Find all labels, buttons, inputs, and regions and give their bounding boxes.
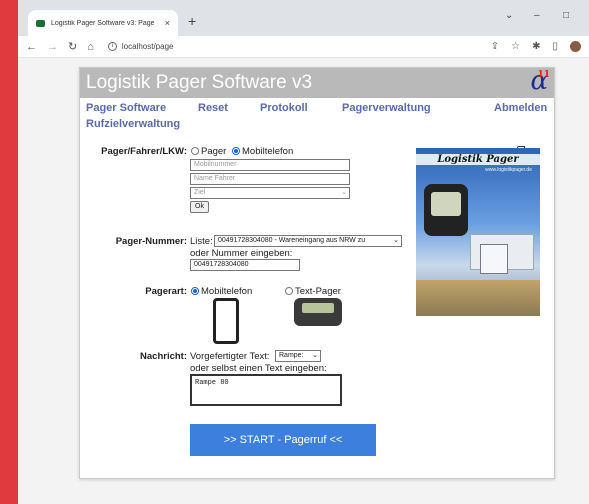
- chevron-down-icon: ⌄: [341, 189, 347, 196]
- ziel-select[interactable]: Ziel ⌄: [190, 187, 350, 199]
- bookmark-star-icon[interactable]: ☆: [511, 41, 520, 52]
- alpha-logo: α 11: [530, 66, 550, 96]
- oder-selbst-label: oder selbst einen Text eingeben:: [190, 363, 327, 374]
- nachricht-label: Nachricht:: [140, 351, 187, 362]
- radio-pagerart-text[interactable]: Text-Pager: [285, 286, 341, 297]
- pagerart-label: Pagerart:: [145, 286, 187, 297]
- favicon-icon: [36, 19, 45, 27]
- road-graphic: [416, 280, 540, 316]
- home-icon[interactable]: ⌂: [87, 41, 94, 53]
- radio-pager-icon[interactable]: [191, 147, 199, 155]
- profile-avatar[interactable]: [570, 41, 581, 52]
- browser-tab[interactable]: Logistik Pager Software v3: Page ×: [28, 10, 178, 36]
- forward-icon[interactable]: →: [47, 41, 58, 53]
- menu-pager-software[interactable]: Pager Software: [86, 102, 166, 114]
- text-pager-icon: [294, 298, 342, 326]
- back-icon[interactable]: ←: [26, 41, 37, 53]
- extensions-icon[interactable]: ✱: [532, 41, 540, 52]
- liste-select[interactable]: 00491728304080 - Wareneingang aus NRW zu…: [214, 235, 402, 247]
- sidebar-icon[interactable]: ▯: [552, 41, 558, 52]
- address-bar[interactable]: i localhost/page: [107, 42, 174, 51]
- vorgefertigter-select[interactable]: Rampe: ⌄: [275, 350, 321, 362]
- app-title: Logistik Pager Software v3: [86, 72, 313, 93]
- url-text: localhost/page: [121, 42, 174, 51]
- toolbar-actions: ⇪ ☆ ✱ ▯: [491, 41, 581, 52]
- new-tab-button[interactable]: +: [188, 13, 196, 29]
- tab-search-icon[interactable]: ⌄: [505, 10, 513, 21]
- radio-pagerart-mobil-icon[interactable]: [191, 287, 199, 295]
- mobile-phone-icon: [213, 298, 239, 344]
- tab-close-icon[interactable]: ×: [165, 18, 170, 28]
- browser-window: Logistik Pager Software v3: Page × + ⌄ –…: [18, 0, 589, 504]
- chevron-down-icon: ⌄: [312, 352, 318, 359]
- app-header: Logistik Pager Software v3 α 11: [80, 66, 554, 98]
- promo-image: Logistik Pager www.logistikpager.de: [416, 148, 540, 316]
- app-panel: Logistik Pager Software v3 α 11 Pager Sof…: [79, 66, 555, 479]
- radio-mobil-icon[interactable]: [232, 147, 240, 155]
- name-fahrer-input[interactable]: Name Fahrer: [190, 173, 350, 185]
- radio-pagerart-mobil[interactable]: Mobiltelefon: [191, 286, 252, 297]
- main-menu: Pager Software Reset Protokoll Pagerverw…: [86, 102, 548, 136]
- mobilnummer-input[interactable]: Mobilnummer: [190, 159, 350, 171]
- minimize-button[interactable]: –: [534, 10, 540, 21]
- maximize-button[interactable]: □: [563, 10, 569, 21]
- nachricht-textarea[interactable]: Rampe 80: [190, 374, 342, 406]
- radio-mobiltelefon[interactable]: Mobiltelefon: [232, 146, 293, 157]
- radio-pager[interactable]: Pager: [191, 146, 226, 157]
- browser-toolbar: ← → ↻ ⌂ i localhost/page ⇪ ☆ ✱ ▯: [18, 36, 589, 58]
- truck-cab-graphic: [480, 244, 508, 274]
- liste-label: Liste:: [190, 236, 213, 247]
- menu-pagerverwaltung[interactable]: Pagerverwaltung: [342, 102, 431, 114]
- menu-abmelden[interactable]: Abmelden: [494, 102, 547, 114]
- promo-url: www.logistikpager.de: [485, 167, 532, 173]
- tab-title: Logistik Pager Software v3: Page: [51, 19, 155, 27]
- ok-button[interactable]: Ok: [190, 201, 209, 213]
- site-info-icon[interactable]: i: [107, 42, 117, 51]
- pager-fahrer-label: Pager/Fahrer/LKW:: [101, 146, 187, 157]
- vorgefertigter-label: Vorgefertigter Text:: [190, 351, 270, 362]
- promo-title: Logistik Pager: [416, 154, 540, 165]
- page-viewport: Logistik Pager Software v3 α 11 Pager Sof…: [18, 58, 589, 504]
- menu-protokoll[interactable]: Protokoll: [260, 102, 308, 114]
- pager-device-icon: [424, 184, 468, 236]
- chevron-down-icon: ⌄: [393, 236, 399, 244]
- menu-reset[interactable]: Reset: [198, 102, 228, 114]
- oder-nummer-label: oder Nummer eingeben:: [190, 248, 293, 259]
- share-icon[interactable]: ⇪: [491, 41, 499, 52]
- pager-nummer-label: Pager-Nummer:: [115, 236, 187, 247]
- reload-icon[interactable]: ↻: [68, 40, 77, 53]
- menu-rufzielverwaltung[interactable]: Rufzielverwaltung: [86, 118, 180, 130]
- tab-bar: Logistik Pager Software v3: Page × + ⌄ –…: [18, 0, 589, 36]
- radio-pagerart-text-icon[interactable]: [285, 287, 293, 295]
- pager-nummer-input[interactable]: 00491728304080: [190, 259, 300, 271]
- start-pagerruf-button[interactable]: >> START - Pagerruf <<: [190, 424, 376, 456]
